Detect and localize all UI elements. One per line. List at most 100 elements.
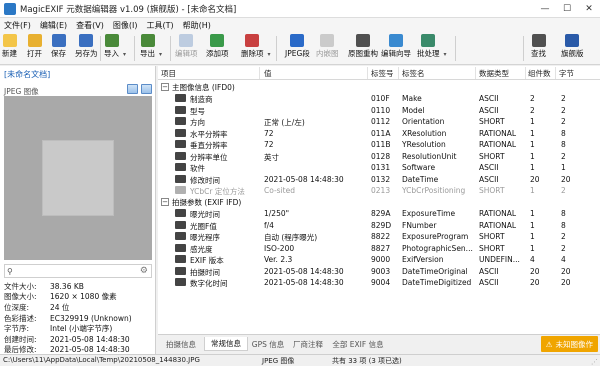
table-row[interactable]: 软件 0131 Software ASCII 1 1: [158, 162, 600, 173]
menu-item[interactable]: 图像(I): [113, 20, 138, 31]
search-input[interactable]: ⚲ ⚙: [4, 264, 152, 278]
tab-all-exif[interactable]: 全部 EXIF 信息: [328, 337, 388, 351]
resize-grip-icon[interactable]: ⋰: [591, 358, 598, 366]
close-button[interactable]: ✕: [578, 0, 600, 18]
settings-gear-icon[interactable]: ⚙: [140, 266, 148, 276]
menu-item[interactable]: 工具(T): [146, 20, 173, 31]
toolbar-label: JPEG段: [285, 49, 310, 58]
table-row[interactable]: 数字化时间 2021-05-08 14:48:30 9004 DateTimeDigi…: [158, 277, 600, 288]
value-cell: 72: [264, 128, 274, 138]
column-header-bytes[interactable]: 字节: [559, 68, 574, 79]
tag-type-icon: [175, 140, 186, 148]
table-row[interactable]: YCbCr 定位方法 Co-sited 0213 YCbCrPositioning SH…: [158, 185, 600, 196]
wizard-button[interactable]: 编辑向导: [381, 34, 411, 63]
embedded-image-icon: [320, 34, 335, 47]
embedded-image-button[interactable]: 内嵌图: [316, 34, 339, 63]
value-cell: 1/250": [264, 209, 290, 218]
chevron-down-icon[interactable]: ▾: [267, 51, 270, 58]
menu-item[interactable]: 文件(F): [4, 20, 31, 31]
open-folder-button[interactable]: 打开: [27, 34, 42, 63]
tab-general-info[interactable]: 常规信息: [204, 337, 248, 351]
collapse-toggle-icon[interactable]: −: [161, 83, 169, 91]
minimize-button[interactable]: —: [534, 0, 556, 18]
count-cell: 1: [530, 117, 535, 126]
info-value: EC329919 (Unknown): [50, 313, 132, 323]
edit-item-button[interactable]: 编辑项: [175, 34, 198, 63]
info-value: 1620 × 1080 像素: [50, 292, 117, 302]
count-cell: 20: [530, 174, 540, 184]
table-row[interactable]: 感光度 ISO-200 8827 PhotographicSen... SHORT 1 2: [158, 242, 600, 254]
ultimate-edition-button[interactable]: 旗舰版: [561, 34, 584, 63]
group-row[interactable]: − 拍摄参数 (EXIF IFD): [158, 196, 600, 208]
view-image-icon[interactable]: [127, 84, 138, 94]
group-row[interactable]: − 主图像信息 (IFD0): [158, 81, 600, 93]
tag-name-cell: FNumber: [402, 220, 437, 230]
warning-icon: ⚠: [545, 339, 553, 349]
tag-cell: 8827: [371, 243, 391, 253]
add-item-button[interactable]: 添加项: [206, 34, 229, 63]
table-row[interactable]: 修改时间 2021-05-08 14:48:30 0132 DateTime ASCII…: [158, 173, 600, 185]
table-row[interactable]: 型号 0110 Model ASCII 2 2: [158, 104, 600, 116]
tag-cell: 9004: [371, 278, 391, 287]
tag-cell: 0110: [371, 105, 391, 115]
find-button[interactable]: 查找: [531, 34, 546, 63]
import-button[interactable]: 导入 ▾: [104, 34, 126, 63]
menu-item[interactable]: 帮助(H): [183, 20, 211, 31]
menu-item[interactable]: 查看(V): [76, 20, 104, 31]
table-row[interactable]: 光圈F值 f/4 829D FNumber RATIONAL 1 8: [158, 219, 600, 231]
open-folder-icon: [27, 34, 42, 47]
column-header-count[interactable]: 组件数: [528, 68, 551, 79]
tag-cell: 011B: [371, 140, 391, 149]
maximize-button[interactable]: ☐: [556, 0, 578, 18]
chevron-down-icon[interactable]: ▾: [159, 51, 162, 58]
delete-item-button[interactable]: 删除项 ▾: [241, 34, 271, 63]
toolbar-label: 原图重构: [348, 49, 378, 58]
toolbar-label: 打开: [27, 49, 42, 58]
column-header-value[interactable]: 值: [264, 68, 272, 79]
title-bar: MagicEXIF 元数据编辑器 v1.09 (旗舰版) - [未命名文档] —…: [0, 0, 600, 18]
tab-shooting-info[interactable]: 拍摄信息: [158, 337, 204, 351]
tag-name-cell: YResolution: [402, 140, 446, 149]
batch-button[interactable]: 批处理 ▾: [417, 34, 447, 63]
chevron-down-icon[interactable]: ▾: [443, 51, 446, 58]
table-row[interactable]: 曝光时间 1/250" 829A ExposureTime RATIONAL 1 8: [158, 208, 600, 219]
table-row[interactable]: 分辨率单位 英寸 0128 ResolutionUnit SHORT 1 2: [158, 150, 600, 162]
info-key: 创建时间:: [4, 334, 37, 344]
table-row[interactable]: EXIF 版本 Ver. 2.3 9000 ExifVersion UNDEFIN...…: [158, 254, 600, 265]
table-row[interactable]: 制造商 010F Make ASCII 2 2: [158, 93, 600, 104]
data-type-cell: SHORT: [479, 186, 505, 195]
toolbar: 新建打开 保存 另存为 导入 ▾ 导出 ▾ 编辑项 添加项 删除项 ▾ JPEG段 内嵌图 原图重构 编辑向…: [0, 32, 600, 65]
tag-name-cell: Model: [402, 105, 425, 115]
save-as-button[interactable]: 另存为: [75, 34, 98, 63]
column-header-data-type[interactable]: 数据类型: [479, 68, 509, 79]
tag-type-icon: [175, 128, 186, 137]
table-row[interactable]: 垂直分辨率 72 011B YResolution RATIONAL 1 8: [158, 139, 600, 150]
toolbar-label: 内嵌图: [316, 49, 339, 58]
tab-maker-notes[interactable]: 厂商注释: [288, 337, 328, 351]
table-row[interactable]: 水平分辨率 72 011A XResolution RATIONAL 1 8: [158, 127, 600, 139]
count-cell: 20: [530, 278, 540, 287]
document-label[interactable]: [未命名文档]: [4, 69, 50, 80]
tag-cell: 0131: [371, 163, 391, 172]
jpeg-segment-button[interactable]: JPEG段: [285, 34, 310, 63]
table-row[interactable]: 方向 正常 (上/左) 0112 Orientation SHORT 1 2: [158, 116, 600, 127]
menu-item[interactable]: 编辑(E): [40, 20, 67, 31]
column-header-tag-name[interactable]: 标签名: [402, 68, 425, 79]
column-header-item[interactable]: 项目: [161, 68, 176, 79]
bytes-cell: 8: [561, 128, 566, 138]
new-button[interactable]: 新建: [2, 34, 17, 63]
chevron-down-icon[interactable]: ▾: [123, 51, 126, 58]
table-row[interactable]: 拍摄时间 2021-05-08 14:48:30 9003 DateTimeOrigi…: [158, 265, 600, 277]
thumbnail-icon[interactable]: [141, 84, 152, 94]
bytes-cell: 2: [561, 117, 566, 126]
export-button[interactable]: 导出 ▾: [140, 34, 162, 63]
tab-gps-info[interactable]: GPS 信息: [248, 337, 288, 351]
table-row[interactable]: 曝光程序 自动 (程序曝光) 8822 ExposureProgram SHORT 1 2: [158, 231, 600, 242]
warning-badge[interactable]: ⚠ 未知图像作: [540, 336, 598, 352]
collapse-toggle-icon[interactable]: −: [161, 198, 169, 206]
column-header-tag[interactable]: 标签号: [371, 68, 394, 79]
tag-type-icon: [175, 163, 186, 171]
tag-type-icon: [175, 105, 186, 114]
save-button[interactable]: 保存: [51, 34, 66, 63]
rebuild-button[interactable]: 原图重构: [348, 34, 378, 63]
